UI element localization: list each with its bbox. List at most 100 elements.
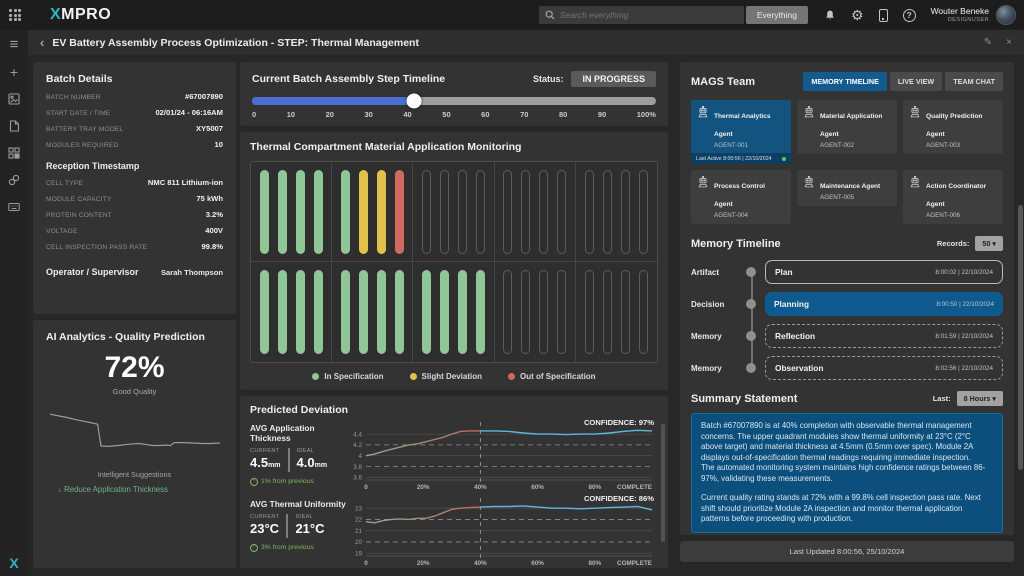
memory-timeline-title: Memory Timeline xyxy=(691,238,781,250)
page-scrollbar[interactable] xyxy=(1018,205,1023,470)
device-icon[interactable] xyxy=(879,9,888,22)
search-input[interactable] xyxy=(560,10,738,20)
keyboard-icon[interactable] xyxy=(7,200,21,213)
timeline-entry-box[interactable]: Reflection8:01:59 | 22/10/2024 xyxy=(765,324,1003,348)
link-icon[interactable] xyxy=(7,173,21,186)
edit-icon[interactable]: ✎ xyxy=(984,37,992,48)
last-label: Last: xyxy=(933,394,951,403)
add-icon[interactable]: + xyxy=(7,65,21,78)
page-title: EV Battery Assembly Process Optimization… xyxy=(52,37,419,49)
agent-card-006[interactable]: Action Coordinator AgentAGENT-006 xyxy=(903,170,1003,224)
thickness-current: CURRENT 4.5mm xyxy=(250,448,288,472)
module-bar-empty xyxy=(621,270,630,354)
agent-card-005[interactable]: Maintenance AgentAGENT-005 xyxy=(797,170,897,206)
module-bar-empty xyxy=(539,170,548,254)
agent-card-003[interactable]: Quality Prediction AgentAGENT-003 xyxy=(903,100,1003,154)
module-bar-ok xyxy=(341,270,350,354)
module-bar-empty xyxy=(639,270,648,354)
search-scope-button[interactable]: Everything xyxy=(746,6,808,24)
tab-live-view[interactable]: LIVE VIEW xyxy=(890,72,942,91)
summary-paragraph: The automated monitoring system maintain… xyxy=(701,463,993,484)
svg-text:COMPLETE: COMPLETE xyxy=(617,484,652,491)
tab-team-chat[interactable]: TEAM CHAT xyxy=(945,72,1003,91)
slider-tick-label: 10 xyxy=(287,110,295,119)
xmpro-rail-logo[interactable]: X xyxy=(0,555,28,571)
user-menu[interactable]: Wouter Beneke DESIGNUSER xyxy=(931,7,989,23)
monitoring-title: Thermal Compartment Material Application… xyxy=(250,141,658,153)
tab-memory-timeline[interactable]: MEMORY TIMELINE xyxy=(803,72,886,91)
uniformity-chart-row: AVG Thermal Uniformity CURRENT 23°C IDEA… xyxy=(250,494,658,568)
svg-text:3.8: 3.8 xyxy=(353,464,362,471)
last-dropdown[interactable]: 8 Hours ▾ xyxy=(957,391,1003,406)
module-bar-empty xyxy=(585,170,594,254)
suggestion-link[interactable]: ↓ Reduce Application Thickness xyxy=(46,485,223,494)
module-bar-ok xyxy=(476,270,485,354)
agent-card-004[interactable]: Process Control AgentAGENT-004 xyxy=(691,170,791,224)
batch-field: BATCH NUMBER#67007890 xyxy=(46,92,223,101)
panel-scrollbar[interactable] xyxy=(661,424,665,542)
module-bar-err xyxy=(395,170,404,254)
blocks-icon[interactable] xyxy=(7,146,21,159)
module-bar-empty xyxy=(521,270,530,354)
svg-text:20: 20 xyxy=(355,539,363,546)
module-bar-ok xyxy=(296,170,305,254)
summary-paragraph: Batch #67007890 is at 40% completion wit… xyxy=(701,421,993,463)
timeline-entry-box[interactable]: Plan8:00:02 | 22/10/2024 xyxy=(765,260,1003,284)
step-timeline-title: Current Batch Assembly Step Timeline xyxy=(252,73,445,85)
mags-team-title: MAGS Team xyxy=(691,76,755,88)
svg-text:0: 0 xyxy=(364,484,368,491)
legend-in-spec: In Specification xyxy=(312,372,383,381)
help-icon[interactable]: ? xyxy=(903,9,916,22)
top-bar: XMPRO Everything ⚙ ? Wouter Beneke DESIG… xyxy=(0,0,1024,30)
module-bar-warn xyxy=(359,170,368,254)
reception-field: PROTEIN CONTENT3.2% xyxy=(46,210,223,219)
slider-tick-label: 60 xyxy=(481,110,489,119)
up-arrow-icon: ↑ xyxy=(250,478,258,486)
back-chevron-icon[interactable]: ‹ xyxy=(40,36,44,49)
slider-tick-label: 100% xyxy=(637,110,656,119)
svg-text:19: 19 xyxy=(355,550,363,557)
robot-icon xyxy=(697,175,709,219)
close-icon[interactable]: × xyxy=(1006,37,1012,48)
agent-card-002[interactable]: Material Application AgentAGENT-002 xyxy=(797,100,897,154)
timeline-entry-reflection: Memory Reflection8:01:59 | 22/10/2024 xyxy=(691,323,1003,349)
timeline-entry-box[interactable]: Observation8:02:56 | 22/10/2024 xyxy=(765,356,1003,380)
timeline-entry-box[interactable]: Planning8:00:50 | 22/10/2024 xyxy=(765,292,1003,316)
thickness-delta: ↑1% from previous xyxy=(250,478,346,486)
progress-fill xyxy=(252,97,414,105)
reception-field: CELL TYPENMC 811 Lithium-ion xyxy=(46,178,223,187)
settings-gear-icon[interactable]: ⚙ xyxy=(851,8,864,22)
module-bar-empty xyxy=(521,170,530,254)
timeline-node xyxy=(746,267,756,277)
avatar[interactable] xyxy=(996,5,1016,25)
menu-icon[interactable]: ≡ xyxy=(7,38,21,51)
slider-tick-label: 20 xyxy=(326,110,334,119)
progress-slider[interactable] xyxy=(252,97,656,105)
batch-field: MODULES REQUIRED10 xyxy=(46,140,223,149)
svg-text:4: 4 xyxy=(358,453,362,460)
document-icon[interactable] xyxy=(7,119,21,132)
search-box[interactable] xyxy=(539,6,744,24)
module-bar-empty xyxy=(621,170,630,254)
online-dot xyxy=(782,157,786,161)
slider-tick-label: 50 xyxy=(442,110,450,119)
records-dropdown[interactable]: 50 ▾ xyxy=(975,236,1003,251)
agent-card-001[interactable]: Thermal Analytics AgentAGENT-001 Last Ac… xyxy=(691,100,791,164)
app-grid-icon[interactable] xyxy=(9,9,21,21)
thickness-ideal: IDEAL 4.0mm xyxy=(288,448,328,472)
batch-field: START DATE / TIME02/01/24 - 06:16AM xyxy=(46,108,223,117)
module-group xyxy=(251,162,332,262)
progress-knob[interactable] xyxy=(406,94,421,109)
dashboard-icon[interactable] xyxy=(7,92,21,105)
uniformity-current: CURRENT 23°C xyxy=(250,514,286,538)
notifications-bell-icon[interactable] xyxy=(824,9,836,22)
module-bar-empty xyxy=(603,270,612,354)
module-bar-ok xyxy=(440,270,449,354)
timeline-entry-plan: Artifact Plan8:00:02 | 22/10/2024 xyxy=(691,259,1003,285)
uniformity-confidence: CONFIDENCE: 86% xyxy=(584,494,654,503)
progress-ticks: 0102030405060708090100% xyxy=(252,110,656,119)
batch-details-panel: Batch Details BATCH NUMBER#67007890 STAR… xyxy=(33,62,236,314)
agents-grid: Thermal Analytics AgentAGENT-001 Last Ac… xyxy=(691,100,1003,224)
module-bar-empty xyxy=(503,170,512,254)
summary-title: Summary Statement xyxy=(691,393,797,405)
